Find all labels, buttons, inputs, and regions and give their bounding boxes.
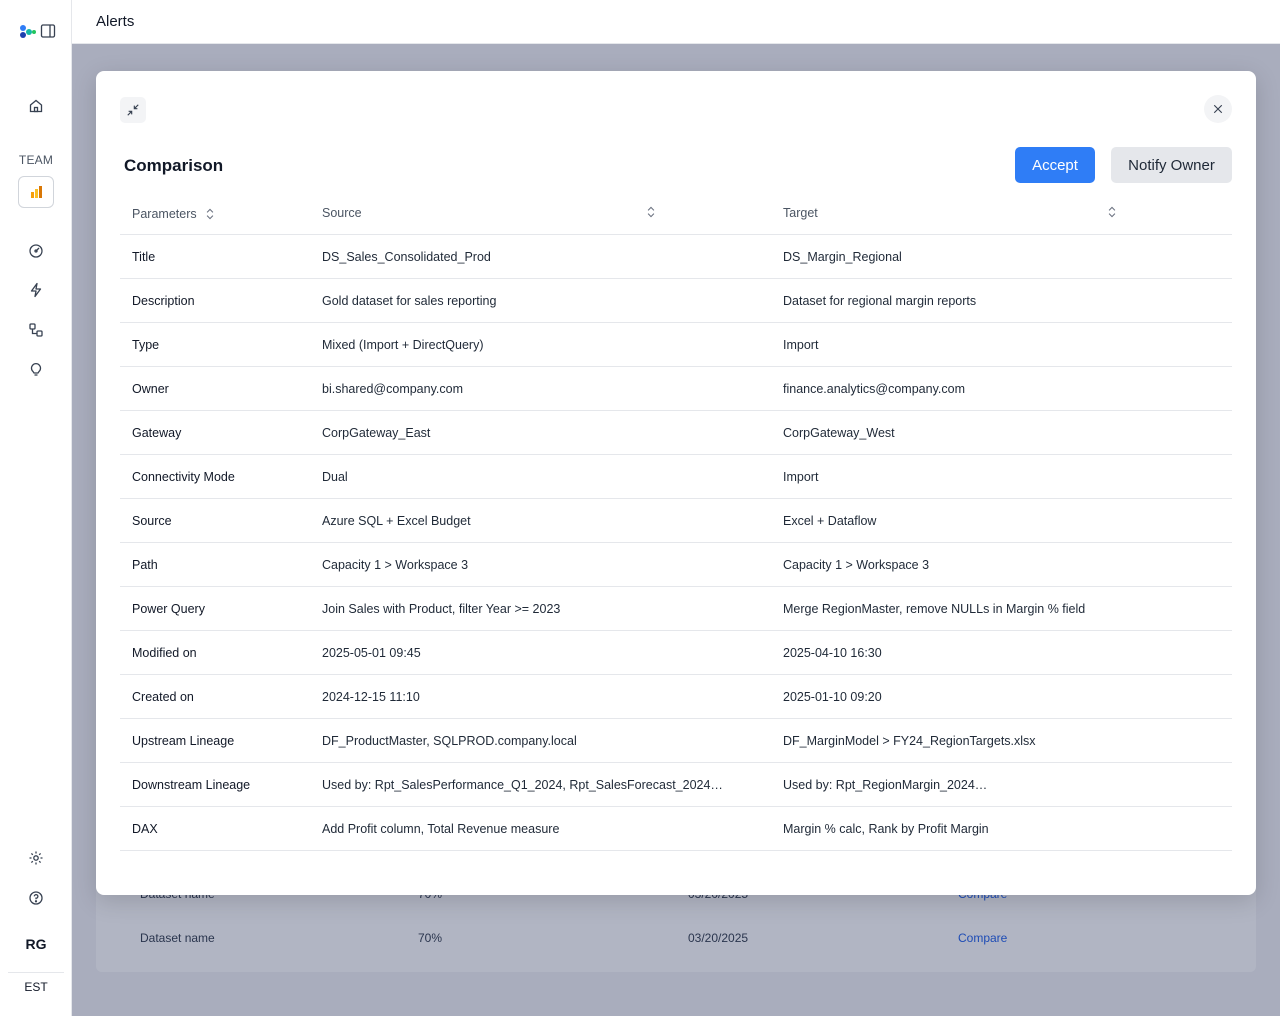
column-label: Source [322,206,362,220]
target-value: finance.analytics@company.com [783,382,965,396]
source-value: CorpGateway_East [322,426,431,440]
sort-icon[interactable] [203,206,217,222]
timezone-label[interactable]: EST [0,980,72,994]
table-row: Downstream Lineage Used by: Rpt_SalesPerf… [120,763,1232,807]
sort-icon[interactable] [1105,204,1119,220]
table-row: Source Azure SQL + Excel Budget Excel + Da… [120,499,1232,543]
target-value: Merge RegionMaster, remove NULLs in Marg… [783,602,1086,616]
notify-owner-button[interactable]: Notify Owner [1111,147,1232,183]
target-value: Dataset for regional margin reports [783,294,977,308]
column-label: Parameters [132,207,197,221]
source-value: Dual [322,470,348,484]
source-value: Capacity 1 > Workspace 3 [322,558,469,572]
table-row: DAX Add Profit column, Total Revenue meas… [120,807,1232,851]
table-header: Parameters Source Target [120,191,1232,235]
page-title: Alerts [96,13,135,30]
source-value: bi.shared@company.com [322,382,463,396]
param-name: Path [132,558,158,572]
param-name: Power Query [132,602,205,616]
table-row: Gateway CorpGateway_East CorpGateway_West [120,411,1232,455]
accept-button[interactable]: Accept [1015,147,1095,183]
sidebar-divider [8,972,64,973]
source-value: Mixed (Import + DirectQuery) [322,338,484,352]
source-value: Used by: Rpt_SalesPerformance_Q1_2024, R… [322,778,723,792]
param-name: Created on [132,690,194,704]
table-row: Type Mixed (Import + DirectQuery) Import [120,323,1232,367]
collapse-icon [127,104,139,116]
lightbulb-icon[interactable] [26,360,46,380]
param-name: Modified on [132,646,197,660]
column-label: Target [783,206,818,220]
close-icon [1213,104,1223,114]
param-name: Owner [132,382,169,396]
panel-toggle-icon[interactable] [40,23,56,39]
table-row: Title DS_Sales_Consolidated_Prod DS_Margin… [120,235,1232,279]
param-name: Gateway [132,426,182,440]
source-value: Gold dataset for sales reporting [322,294,497,308]
dashboard-icon[interactable] [26,241,46,261]
table-row: Upstream Lineage DF_ProductMaster, SQLPRO… [120,719,1232,763]
target-value: 2025-04-10 16:30 [783,646,882,660]
column-header-target[interactable]: Target [783,206,818,220]
param-name: DAX [132,822,158,836]
target-value: Import [783,338,819,352]
table-row: Owner bi.shared@company.com finance.analyt… [120,367,1232,411]
param-name: Type [132,338,160,352]
source-value: Azure SQL + Excel Budget [322,514,471,528]
comparison-table: Parameters Source Target Title DS_Sales_C… [120,191,1232,851]
param-name: Description [132,294,195,308]
comparison-modal: Comparison Accept Notify Owner Parameter… [96,71,1256,895]
collapse-button[interactable] [120,97,146,123]
target-value: Margin % calc, Rank by Profit Margin [783,822,989,836]
source-value: DF_ProductMaster, SQLPROD.company.local [322,734,577,748]
table-row: Power Query Join Sales with Product, filt… [120,587,1232,631]
table-row: Path Capacity 1 > Workspace 3 Capacity 1 >… [120,543,1232,587]
topbar: Alerts [72,0,1280,44]
source-value: Join Sales with Product, filter Year >= … [322,602,561,616]
target-value: 2025-01-10 09:20 [783,690,882,704]
app-logo[interactable] [18,22,38,42]
column-header-source[interactable]: Source [322,206,362,220]
home-icon[interactable] [26,96,46,116]
column-header-parameters[interactable]: Parameters [132,206,217,222]
param-name: Connectivity Mode [132,470,235,484]
target-value: DF_MarginModel > FY24_RegionTargets.xlsx [783,734,1036,748]
user-avatar[interactable]: RG [0,936,72,952]
target-value: Excel + Dataflow [783,514,877,528]
param-name: Upstream Lineage [132,734,235,748]
help-icon[interactable] [26,888,46,908]
source-value: 2024-12-15 11:10 [322,690,420,704]
sidebar: TEAM RG EST [0,0,72,1016]
table-row: Description Gold dataset for sales report… [120,279,1232,323]
param-name: Downstream Lineage [132,778,251,792]
lineage-icon[interactable] [26,320,46,340]
param-name: Source [132,514,172,528]
target-value: Capacity 1 > Workspace 3 [783,558,930,572]
powerbi-icon [31,186,42,198]
source-value: DS_Sales_Consolidated_Prod [322,250,491,264]
param-name: Title [132,250,156,264]
lightning-icon[interactable] [26,280,46,300]
team-powerbi-button[interactable] [18,176,54,208]
table-row: Modified on 2025-05-01 09:45 2025-04-10 16… [120,631,1232,675]
modal-title: Comparison [124,156,224,175]
target-value: CorpGateway_West [783,426,895,440]
target-value: Used by: Rpt_RegionMargin_2024… [783,778,988,792]
close-button[interactable] [1204,95,1232,123]
source-value: 2025-05-01 09:45 [322,646,421,660]
sort-icon[interactable] [644,204,658,220]
target-value: Import [783,470,819,484]
settings-icon[interactable] [26,848,46,868]
team-label: TEAM [18,153,54,167]
target-value: DS_Margin_Regional [783,250,902,264]
table-row: Connectivity Mode Dual Import [120,455,1232,499]
table-row: Created on 2024-12-15 11:10 2025-01-10 09:… [120,675,1232,719]
source-value: Add Profit column, Total Revenue measure [322,822,560,836]
